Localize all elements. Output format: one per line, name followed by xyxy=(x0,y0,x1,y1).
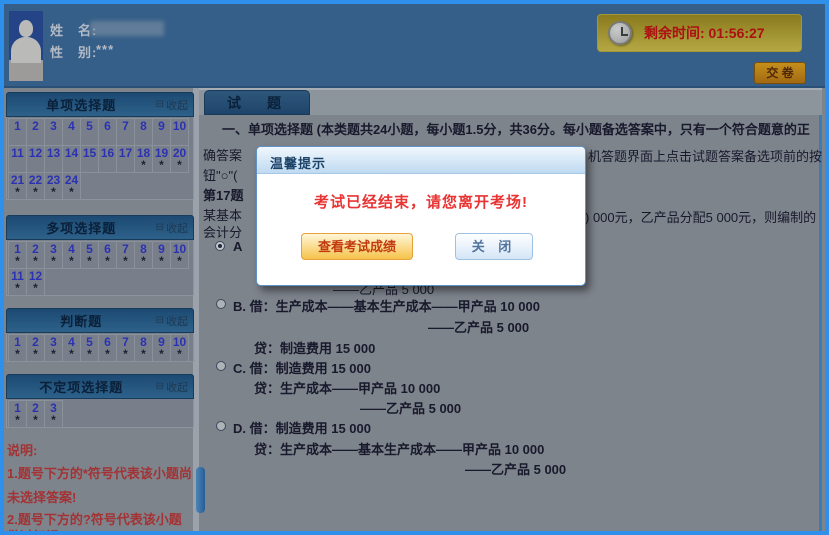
close-button[interactable]: 关 闭 xyxy=(455,233,533,260)
exam-page: 姓 名: 性 别: *** 剩余时间: 01:56:27 交 卷 单项选择题 ⊟… xyxy=(0,0,829,535)
modal-title-bar: 温馨提示 xyxy=(257,147,585,174)
modal-title: 温馨提示 xyxy=(270,153,326,172)
modal-message: 考试已经结束，请您离开考场! xyxy=(257,191,585,212)
view-score-button[interactable]: 查看考试成绩 xyxy=(301,233,413,260)
notice-modal: 温馨提示 考试已经结束，请您离开考场! 查看考试成绩 关 闭 xyxy=(256,146,586,286)
